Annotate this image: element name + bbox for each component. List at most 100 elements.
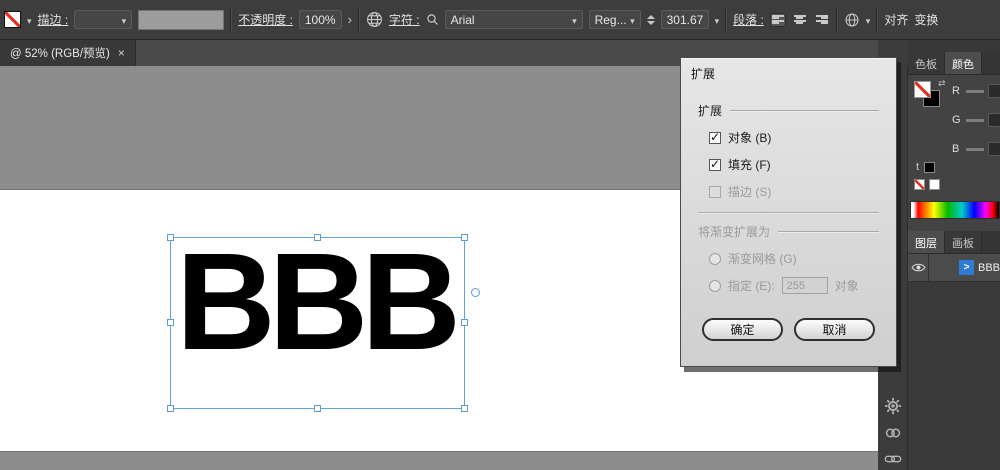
stroke-weight-dropdown[interactable]: [74, 10, 133, 29]
font-style-value: Reg...: [594, 12, 627, 27]
separator: [230, 6, 233, 33]
chevron-down-icon: [572, 13, 577, 27]
globe-small-icon[interactable]: [844, 12, 860, 28]
paragraph-label[interactable]: 段落 :: [733, 11, 764, 28]
selection-handle[interactable]: [167, 319, 174, 326]
font-family-value: Arial: [450, 12, 475, 27]
none-swatch[interactable]: [914, 179, 925, 190]
type-color-row: t: [916, 161, 936, 173]
channel-b-slider[interactable]: [966, 147, 984, 151]
chevron-down-icon: [122, 13, 127, 27]
gradient-section-header: 将渐变扩展为: [698, 223, 879, 240]
transform-panel-button[interactable]: 变换: [914, 11, 938, 28]
globe-icon[interactable]: [366, 11, 383, 28]
opacity-value-field[interactable]: 100%: [298, 10, 342, 29]
selection-handle[interactable]: [167, 405, 174, 412]
eye-icon[interactable]: [910, 262, 926, 273]
stroke-label[interactable]: 描边 :: [38, 11, 69, 28]
channel-b-label: B: [952, 143, 960, 155]
align-right-icon[interactable]: [814, 13, 830, 27]
expand-section-header: 扩展: [698, 102, 879, 119]
font-size-field[interactable]: 301.67: [660, 10, 709, 29]
checkbox-stroke: [709, 185, 721, 198]
chevron-down-icon[interactable]: [866, 13, 871, 27]
tab-swatches[interactable]: 色板: [908, 52, 945, 74]
radio-specify-label: 指定 (E):: [728, 279, 775, 293]
type-indicator-label: t: [916, 161, 920, 173]
channel-g-field[interactable]: [988, 113, 1000, 127]
option-fill[interactable]: 填充 (F): [698, 156, 879, 173]
control-bar: 描边 : 不透明度 : 100% 字符 : Arial Reg... 301.6…: [0, 0, 1000, 40]
character-label[interactable]: 字符 :: [389, 11, 420, 28]
black-swatch[interactable]: [924, 161, 936, 173]
selection-handle[interactable]: [167, 234, 174, 241]
panel-header-strip: [908, 40, 1000, 52]
separator: [730, 110, 879, 111]
align-center-icon[interactable]: [792, 13, 808, 27]
gear-icon[interactable]: [884, 397, 902, 415]
fill-none-swatch-icon[interactable]: [4, 11, 21, 28]
selection-handle[interactable]: [313, 405, 321, 412]
radio-specify: [709, 279, 721, 292]
selection-handle[interactable]: [461, 319, 468, 326]
chevron-down-icon: [630, 13, 635, 27]
dialog-buttons: 确定 取消: [698, 318, 879, 341]
rgb-channels: R G B: [952, 83, 1000, 170]
gradient-section-label: 将渐变扩展为: [698, 225, 771, 239]
selection-handle[interactable]: [461, 234, 468, 241]
close-tab-icon[interactable]: ×: [118, 46, 125, 60]
selection-handle[interactable]: [313, 234, 321, 241]
layer-row[interactable]: > BBB: [908, 254, 1000, 282]
option-object[interactable]: 对象 (B): [698, 129, 879, 146]
visibility-cell[interactable]: [908, 254, 929, 281]
selection-handle[interactable]: [461, 405, 468, 412]
white-swatch[interactable]: [929, 179, 940, 190]
channel-row-r: R: [952, 83, 1000, 99]
link-chain-icon[interactable]: [884, 450, 902, 468]
tab-color[interactable]: 颜色: [945, 52, 982, 74]
cancel-button[interactable]: 取消: [794, 318, 875, 341]
selection-bounding-box[interactable]: [167, 234, 480, 412]
tab-artboards[interactable]: 画板: [945, 231, 982, 253]
channel-g-slider[interactable]: [966, 118, 984, 122]
layer-name[interactable]: BBB: [978, 262, 1000, 274]
document-tab[interactable]: @ 52% (RGB/预览) ×: [0, 40, 136, 66]
chevron-down-icon[interactable]: [27, 13, 32, 27]
fill-stroke-proxy[interactable]: ⇄: [914, 78, 948, 115]
channel-row-b: B: [952, 141, 1000, 157]
channel-r-field[interactable]: [988, 84, 1000, 98]
align-left-icon[interactable]: [769, 12, 786, 27]
option-specify: 指定 (E): 255 对象: [698, 277, 879, 294]
font-size-stepper[interactable]: [646, 14, 655, 25]
dialog-title[interactable]: 扩展: [681, 58, 896, 86]
text-outport-icon[interactable]: [471, 288, 480, 297]
checkbox-stroke-label: 描边 (S): [728, 185, 772, 199]
expand-dialog: 扩展 扩展 对象 (B) 填充 (F) 描边 (S) 将渐变扩展为: [680, 57, 897, 367]
tab-layers[interactable]: 图层: [908, 231, 945, 253]
checkbox-object[interactable]: [709, 130, 721, 144]
search-font-icon: [426, 14, 438, 25]
quick-swatches: [914, 179, 940, 190]
font-family-dropdown[interactable]: Arial: [444, 10, 583, 29]
color-panel: ⇄ R G B t: [908, 75, 1000, 231]
chevron-down-icon[interactable]: [715, 13, 720, 27]
swap-fill-stroke-icon[interactable]: ⇄: [938, 78, 946, 89]
dialog-body: 扩展 对象 (B) 填充 (F) 描边 (S) 将渐变扩展为: [681, 86, 896, 341]
ok-button[interactable]: 确定: [702, 318, 783, 341]
symbols-rings-icon[interactable]: [884, 424, 902, 442]
specify-value-field: 255: [781, 277, 828, 294]
fill-none-proxy-swatch[interactable]: [914, 81, 931, 98]
channel-b-field[interactable]: [988, 142, 1000, 156]
width-profile-preview[interactable]: [138, 9, 225, 30]
opacity-dropdown-arrow-icon[interactable]: [348, 12, 352, 27]
color-panel-tabs: 色板 颜色: [908, 52, 1000, 75]
channel-r-slider[interactable]: [966, 89, 984, 93]
document-tab-title: @ 52% (RGB/预览): [10, 48, 110, 60]
layers-panel: > BBB: [908, 254, 1000, 470]
checkbox-fill[interactable]: [709, 157, 721, 171]
color-spectrum-bar[interactable]: [910, 201, 1000, 219]
opacity-label[interactable]: 不透明度 :: [238, 11, 293, 28]
align-panel-button[interactable]: 对齐: [884, 11, 908, 28]
layer-target-chip[interactable]: >: [958, 260, 974, 275]
font-style-dropdown[interactable]: Reg...: [588, 10, 641, 29]
